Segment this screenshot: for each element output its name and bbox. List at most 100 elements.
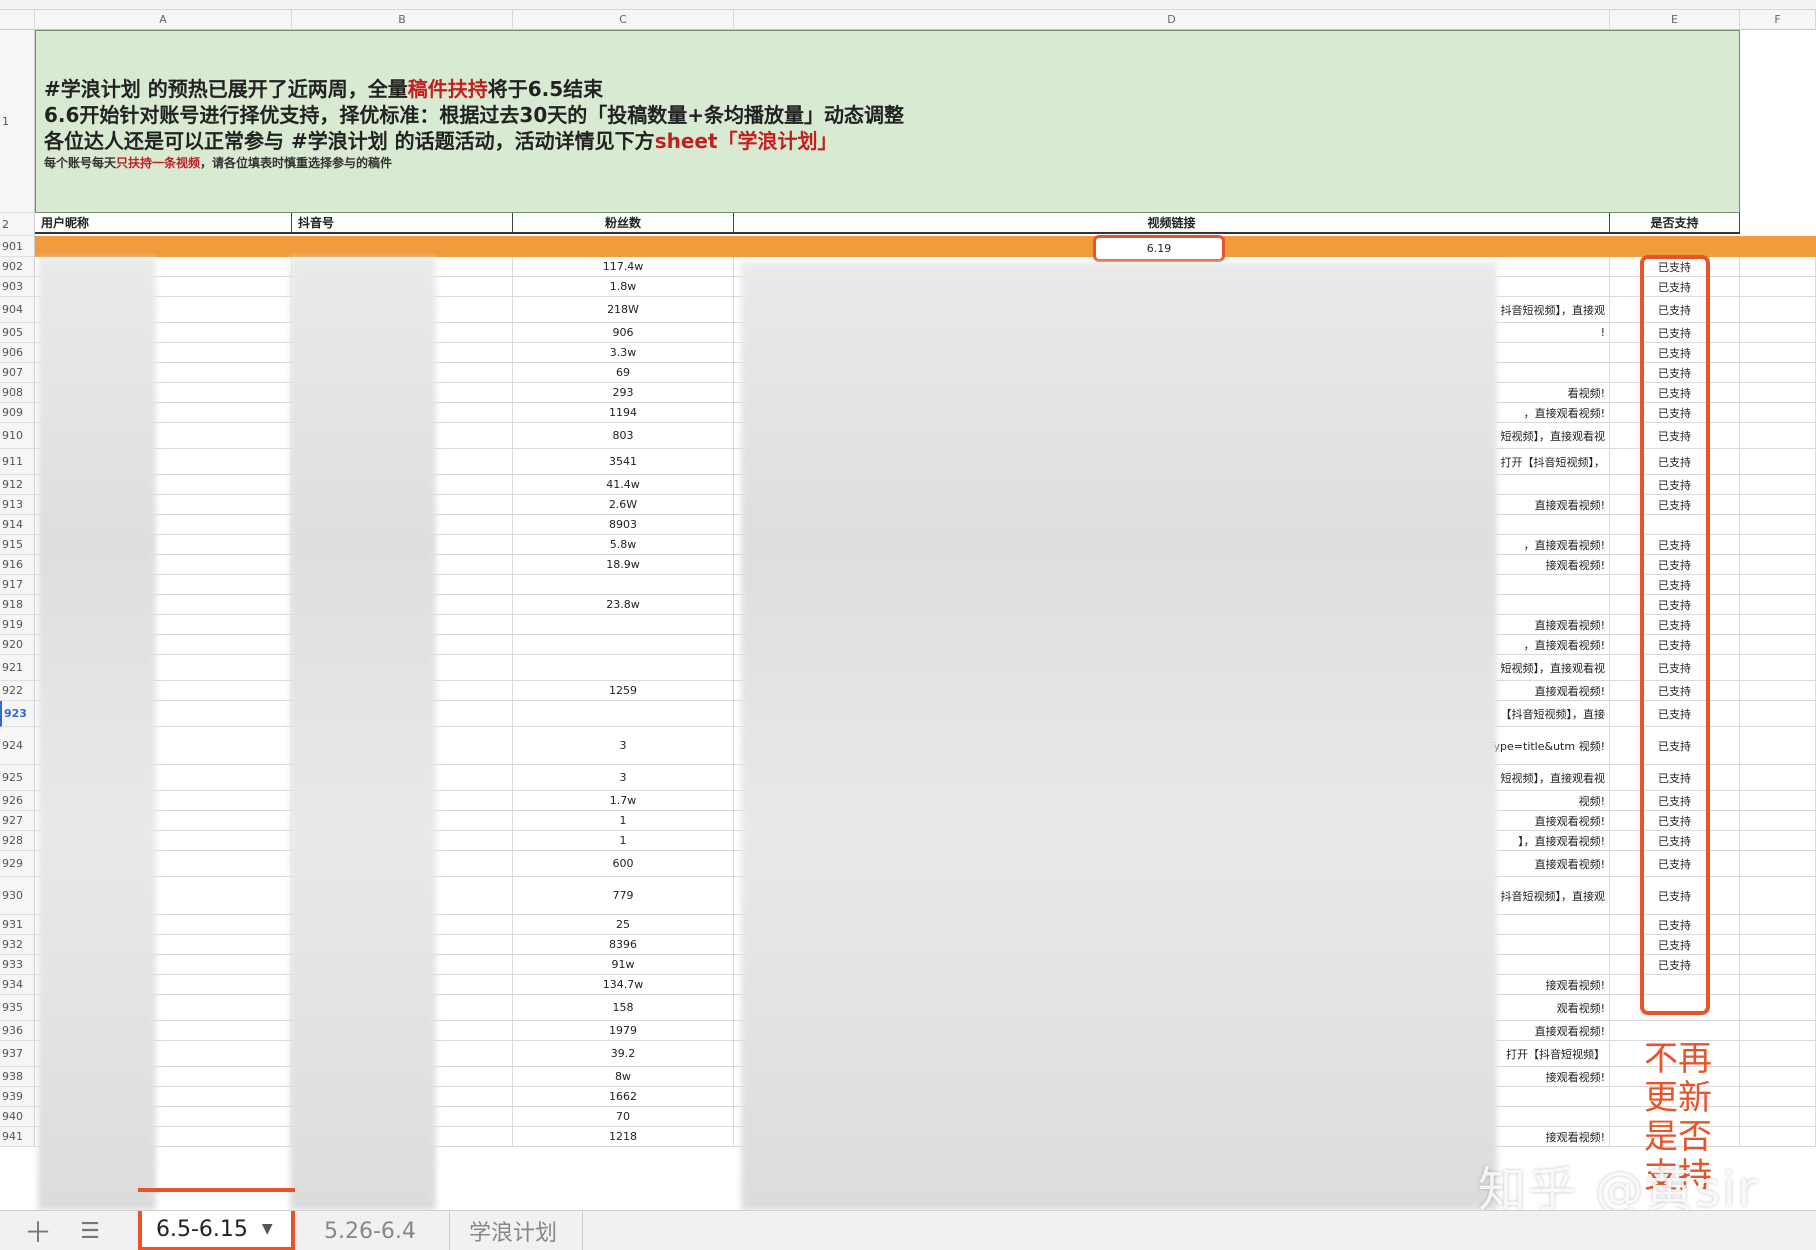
row-number[interactable]: 929 bbox=[0, 851, 35, 877]
fans-cell[interactable]: 1.8w bbox=[513, 277, 734, 297]
row-number[interactable]: 914 bbox=[0, 515, 35, 535]
fans-cell[interactable]: 1218 bbox=[513, 1127, 734, 1147]
fans-cell[interactable]: 803 bbox=[513, 423, 734, 449]
row-number[interactable]: 927 bbox=[0, 811, 35, 831]
row-number[interactable]: 934 bbox=[0, 975, 35, 995]
empty-cell-f[interactable] bbox=[1740, 257, 1816, 277]
empty-cell-f[interactable] bbox=[1740, 1087, 1816, 1107]
fans-cell[interactable]: 117.4w bbox=[513, 257, 734, 277]
chevron-down-icon[interactable]: ▼ bbox=[262, 1221, 273, 1237]
row-number[interactable]: 904 bbox=[0, 297, 35, 323]
fans-cell[interactable]: 2.6W bbox=[513, 495, 734, 515]
col-header-c[interactable]: C bbox=[513, 10, 734, 30]
list-icon[interactable]: ☰ bbox=[70, 1211, 110, 1250]
empty-cell-f[interactable] bbox=[1740, 851, 1816, 877]
empty-cell-f[interactable] bbox=[1740, 975, 1816, 995]
sheet-tab[interactable]: 学浪计划 bbox=[455, 1211, 583, 1250]
row-number[interactable]: 907 bbox=[0, 363, 35, 383]
row-number[interactable]: 930 bbox=[0, 877, 35, 915]
row-number[interactable]: 918 bbox=[0, 595, 35, 615]
empty-cell-f[interactable] bbox=[1740, 575, 1816, 595]
fans-cell[interactable]: 218W bbox=[513, 297, 734, 323]
fans-cell[interactable] bbox=[513, 701, 734, 727]
empty-cell-f[interactable] bbox=[1740, 1041, 1816, 1067]
empty-cell-f[interactable] bbox=[1740, 811, 1816, 831]
date-separator-row[interactable] bbox=[35, 236, 1816, 257]
header-nickname[interactable]: 用户昵称 bbox=[35, 213, 292, 234]
row-number[interactable]: 924 bbox=[0, 727, 35, 765]
empty-cell-f[interactable] bbox=[1740, 681, 1816, 701]
fans-cell[interactable]: 3 bbox=[513, 765, 734, 791]
fans-cell[interactable]: 158 bbox=[513, 995, 734, 1021]
row-number[interactable]: 913 bbox=[0, 495, 35, 515]
empty-cell-f[interactable] bbox=[1740, 877, 1816, 915]
header-video-link[interactable]: 视频链接 bbox=[734, 213, 1610, 234]
row-number[interactable]: 939 bbox=[0, 1087, 35, 1107]
row-number[interactable]: 912 bbox=[0, 475, 35, 495]
sheet-tab[interactable]: 5.26-6.4 bbox=[310, 1211, 450, 1250]
row-number[interactable]: 923 bbox=[0, 701, 35, 727]
header-support-status[interactable]: 是否支持 bbox=[1610, 213, 1740, 234]
fans-cell[interactable]: 23.8w bbox=[513, 595, 734, 615]
empty-cell-f[interactable] bbox=[1740, 297, 1816, 323]
empty-cell-f[interactable] bbox=[1740, 515, 1816, 535]
empty-cell-f[interactable] bbox=[1740, 403, 1816, 423]
fans-cell[interactable]: 39.2 bbox=[513, 1041, 734, 1067]
support-status-cell[interactable] bbox=[1610, 1021, 1740, 1041]
empty-cell-f[interactable] bbox=[1740, 935, 1816, 955]
empty-cell-f[interactable] bbox=[1740, 323, 1816, 343]
fans-cell[interactable]: 134.7w bbox=[513, 975, 734, 995]
row-number[interactable]: 901 bbox=[0, 236, 35, 257]
fans-cell[interactable]: 1 bbox=[513, 831, 734, 851]
empty-cell-f[interactable] bbox=[1740, 655, 1816, 681]
empty-cell-f[interactable] bbox=[1740, 915, 1816, 935]
row-number[interactable]: 909 bbox=[0, 403, 35, 423]
col-header-a[interactable]: A bbox=[35, 10, 292, 30]
empty-cell-f[interactable] bbox=[1740, 1021, 1816, 1041]
row-number[interactable]: 941 bbox=[0, 1127, 35, 1147]
fans-cell[interactable]: 41.4w bbox=[513, 475, 734, 495]
fans-cell[interactable]: 1194 bbox=[513, 403, 734, 423]
select-all-corner[interactable] bbox=[0, 10, 35, 30]
empty-cell-f[interactable] bbox=[1740, 635, 1816, 655]
row-number[interactable]: 935 bbox=[0, 995, 35, 1021]
empty-cell-f[interactable] bbox=[1740, 449, 1816, 475]
row-number[interactable]: 917 bbox=[0, 575, 35, 595]
fans-cell[interactable]: 1 bbox=[513, 811, 734, 831]
empty-cell-f[interactable] bbox=[1740, 423, 1816, 449]
row-number[interactable]: 940 bbox=[0, 1107, 35, 1127]
fans-cell[interactable]: 1662 bbox=[513, 1087, 734, 1107]
empty-cell-f[interactable] bbox=[1740, 363, 1816, 383]
empty-cell-f[interactable] bbox=[1740, 343, 1816, 363]
fans-cell[interactable]: 1259 bbox=[513, 681, 734, 701]
fans-cell[interactable]: 3541 bbox=[513, 449, 734, 475]
fans-cell[interactable]: 1979 bbox=[513, 1021, 734, 1041]
row-number[interactable]: 925 bbox=[0, 765, 35, 791]
fans-cell[interactable]: 8903 bbox=[513, 515, 734, 535]
row-number[interactable]: 1 bbox=[0, 30, 35, 213]
row-number[interactable]: 938 bbox=[0, 1067, 35, 1087]
fans-cell[interactable]: 3.3w bbox=[513, 343, 734, 363]
row-number[interactable]: 933 bbox=[0, 955, 35, 975]
row-number[interactable]: 2 bbox=[0, 213, 35, 236]
fans-cell[interactable]: 70 bbox=[513, 1107, 734, 1127]
fans-cell[interactable]: 8396 bbox=[513, 935, 734, 955]
row-number[interactable]: 910 bbox=[0, 423, 35, 449]
fans-cell[interactable] bbox=[513, 615, 734, 635]
header-fans[interactable]: 粉丝数 bbox=[513, 213, 734, 234]
col-header-f[interactable]: F bbox=[1740, 10, 1816, 30]
col-header-b[interactable]: B bbox=[292, 10, 513, 30]
row-number[interactable]: 937 bbox=[0, 1041, 35, 1067]
header-douyin-id[interactable]: 抖音号 bbox=[292, 213, 513, 234]
fans-cell[interactable]: 779 bbox=[513, 877, 734, 915]
fans-cell[interactable]: 3 bbox=[513, 727, 734, 765]
empty-cell-f[interactable] bbox=[1740, 555, 1816, 575]
fans-cell[interactable] bbox=[513, 655, 734, 681]
fans-cell[interactable]: 293 bbox=[513, 383, 734, 403]
fans-cell[interactable]: 18.9w bbox=[513, 555, 734, 575]
row-number[interactable]: 921 bbox=[0, 655, 35, 681]
fans-cell[interactable]: 600 bbox=[513, 851, 734, 877]
col-header-e[interactable]: E bbox=[1610, 10, 1740, 30]
fans-cell[interactable]: 5.8w bbox=[513, 535, 734, 555]
empty-cell-f[interactable] bbox=[1740, 791, 1816, 811]
